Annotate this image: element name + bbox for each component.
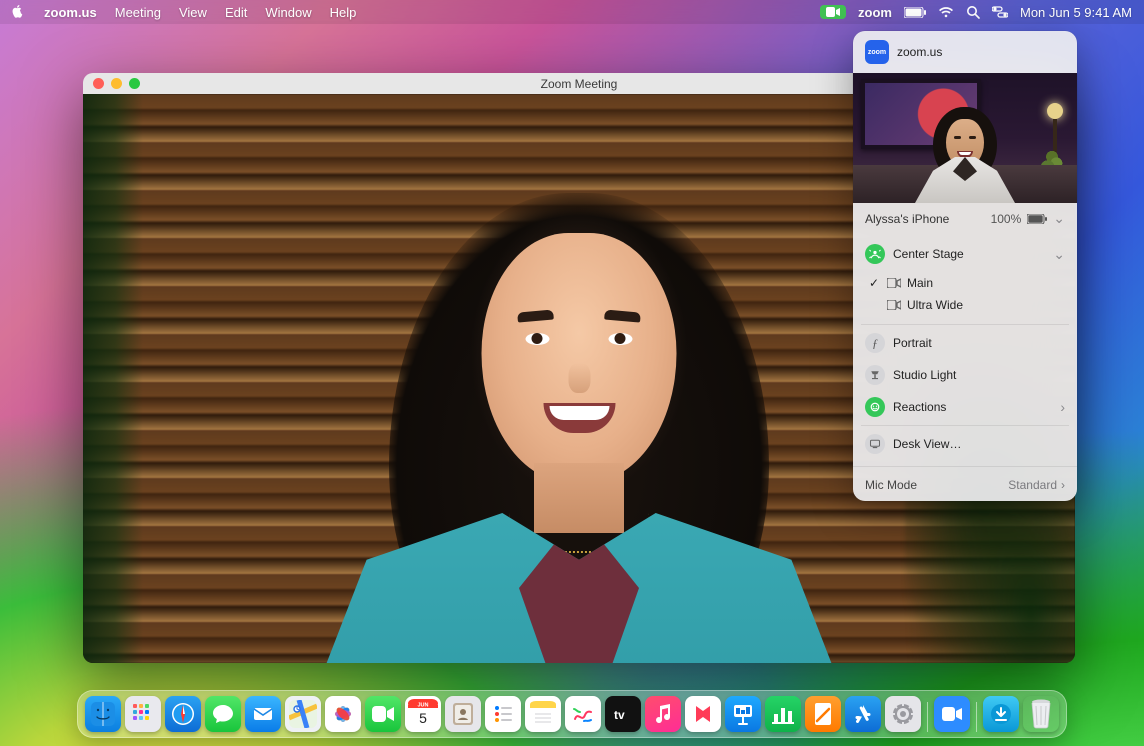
dock-app-messages[interactable] <box>205 696 241 732</box>
menubar-clock[interactable]: Mon Jun 5 9:41 AM <box>1020 5 1132 20</box>
dock-app-photos[interactable] <box>325 696 361 732</box>
menu-edit[interactable]: Edit <box>225 5 247 20</box>
apple-menu-icon[interactable] <box>12 5 26 19</box>
camera-preview <box>853 73 1077 203</box>
center-stage-row[interactable]: Center Stage ⌄ <box>861 238 1069 270</box>
studio-light-label: Studio Light <box>893 368 956 382</box>
device-status-row[interactable]: Alyssa's iPhone 100% ⌄ <box>853 203 1077 234</box>
dock-app-numbers[interactable] <box>765 696 801 732</box>
center-stage-label: Center Stage <box>893 247 964 261</box>
dock-container: JUN5 tv <box>0 690 1144 738</box>
chevron-right-icon: › <box>1060 399 1065 415</box>
desk-view-label: Desk View… <box>893 437 961 451</box>
portrait-row[interactable]: ƒ Portrait <box>861 327 1069 359</box>
control-center-icon[interactable] <box>992 6 1008 18</box>
mic-mode-value: Standard <box>1008 478 1057 492</box>
dock-app-reminders[interactable] <box>485 696 521 732</box>
chevron-right-icon: › <box>1061 478 1065 492</box>
menu-window[interactable]: Window <box>265 5 311 20</box>
app-menu[interactable]: zoom.us <box>44 5 97 20</box>
camera-icon <box>887 278 901 288</box>
spotlight-icon[interactable] <box>966 5 980 19</box>
aperture-icon: ƒ <box>865 333 885 353</box>
studio-light-icon <box>865 365 885 385</box>
chevron-down-icon: ⌄ <box>1053 246 1065 263</box>
device-name: Alyssa's iPhone <box>865 212 949 226</box>
dock-app-zoom[interactable] <box>934 696 970 732</box>
zoom-menubar-label[interactable]: zoom <box>858 5 892 20</box>
dock-app-pages[interactable] <box>805 696 841 732</box>
battery-percent: 100% <box>991 212 1022 226</box>
dock-app-facetime[interactable] <box>365 696 401 732</box>
panel-app-name: zoom.us <box>897 45 942 59</box>
dock-app-launchpad[interactable] <box>125 696 161 732</box>
dock-downloads[interactable] <box>983 696 1019 732</box>
dock-app-finder[interactable] <box>85 696 121 732</box>
dock-app-keynote[interactable] <box>725 696 761 732</box>
dock-app-safari[interactable] <box>165 696 201 732</box>
dock-app-settings[interactable] <box>885 696 921 732</box>
dock-app-mail[interactable] <box>245 696 281 732</box>
dock-app-news[interactable] <box>685 696 721 732</box>
camera-option-main[interactable]: ✓ Main <box>861 272 1069 294</box>
svg-text:5: 5 <box>419 710 427 726</box>
wifi-icon[interactable] <box>938 6 954 18</box>
menu-view[interactable]: View <box>179 5 207 20</box>
svg-text:tv: tv <box>614 708 625 722</box>
studio-light-row[interactable]: Studio Light <box>861 359 1069 391</box>
dock-app-notes[interactable] <box>525 696 561 732</box>
center-stage-icon <box>865 244 885 264</box>
camera-icon <box>887 300 901 310</box>
desk-view-icon <box>865 434 885 454</box>
dock-app-maps[interactable] <box>285 696 321 732</box>
mic-mode-label: Mic Mode <box>865 478 917 492</box>
svg-text:JUN: JUN <box>417 703 428 709</box>
portrait-label: Portrait <box>893 336 932 350</box>
dock: JUN5 tv <box>77 690 1067 738</box>
dock-app-music[interactable] <box>645 696 681 732</box>
reactions-row[interactable]: Reactions › <box>861 391 1069 423</box>
checkmark-icon: ✓ <box>867 276 881 290</box>
option-ultra-wide-label: Ultra Wide <box>907 298 963 312</box>
dock-app-appstore[interactable] <box>845 696 881 732</box>
chevron-down-icon: ⌄ <box>1053 210 1065 227</box>
dock-separator <box>927 702 928 732</box>
dock-separator <box>976 702 977 732</box>
panel-header: zoom zoom.us <box>853 31 1077 73</box>
dock-app-contacts[interactable] <box>445 696 481 732</box>
battery-icon-small <box>1027 214 1047 224</box>
reactions-icon <box>865 397 885 417</box>
mic-mode-row[interactable]: Mic Mode Standard › <box>853 469 1077 501</box>
video-effects-panel: zoom zoom.us Alyssa's iPhone 100% ⌄ <box>853 31 1077 501</box>
menu-meeting[interactable]: Meeting <box>115 5 161 20</box>
dock-app-freeform[interactable] <box>565 696 601 732</box>
background-plant-left <box>83 94 143 663</box>
menu-bar: zoom.us Meeting View Edit Window Help zo… <box>0 0 1144 24</box>
camera-active-indicator[interactable] <box>820 5 846 19</box>
option-main-label: Main <box>907 276 933 290</box>
menu-help[interactable]: Help <box>330 5 357 20</box>
reactions-label: Reactions <box>893 400 946 414</box>
dock-app-calendar[interactable]: JUN5 <box>405 696 441 732</box>
camera-option-ultra-wide[interactable]: Ultra Wide <box>861 294 1069 316</box>
zoom-app-icon: zoom <box>865 40 889 64</box>
desk-view-row[interactable]: Desk View… <box>861 428 1069 460</box>
dock-trash[interactable] <box>1023 696 1059 732</box>
battery-icon[interactable] <box>904 7 926 18</box>
dock-app-tv[interactable]: tv <box>605 696 641 732</box>
